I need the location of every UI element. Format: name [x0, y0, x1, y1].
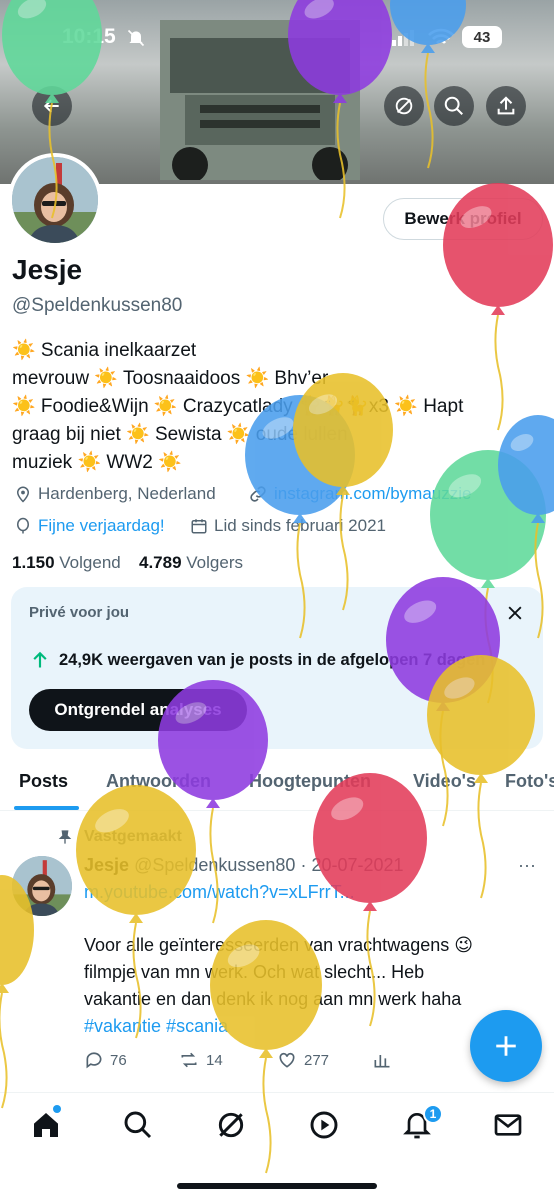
search-icon [444, 96, 463, 115]
reply-count: 76 [110, 1051, 127, 1069]
post-handle: @Speldenkussen80 [134, 855, 296, 875]
followers-label: Volgers [186, 553, 243, 572]
signal-icon [392, 30, 414, 46]
balloon-icon [17, 517, 29, 534]
video-play-icon[interactable] [308, 1109, 340, 1141]
edit-profile-button[interactable]: Bewerk profiel [383, 198, 543, 240]
tab-posts[interactable]: Posts [19, 771, 68, 792]
home-icon[interactable] [30, 1109, 62, 1141]
avatar-image [12, 157, 98, 243]
close-icon[interactable] [505, 603, 525, 623]
share-button[interactable] [486, 86, 526, 126]
like-count: 277 [304, 1051, 330, 1069]
bell-slash-icon [127, 29, 145, 47]
search-button[interactable] [434, 86, 474, 126]
tab-highlights[interactable]: Hoogtepunten [249, 771, 371, 792]
reply-icon [86, 1052, 102, 1069]
share-icon [497, 96, 515, 115]
arrow-left-icon [43, 99, 59, 113]
link-icon [250, 486, 266, 502]
bio-line: ☀️ Foodie&Wijn ☀️ Crazycatlady 🐈🐈🐈x3 ☀️ … [12, 396, 464, 417]
post-line: filmpje van mn werk. Och wat slecht... H… [84, 962, 425, 982]
truck-image [160, 20, 360, 180]
post-author[interactable]: Jesje [84, 855, 129, 875]
location-pin-icon [16, 486, 30, 503]
home-indicator [177, 1183, 377, 1189]
pinned-label: Vastgemaakt [84, 828, 182, 845]
tab-photos[interactable]: Foto's [505, 771, 554, 792]
repost-button[interactable]: 14 [178, 1050, 223, 1070]
search-icon[interactable] [122, 1109, 154, 1141]
grok-icon[interactable] [215, 1109, 247, 1141]
bio-line: ☀️ Scania inelkaarzet [12, 340, 197, 361]
views-stat: 24,9K weergaven van je posts in de afgel… [59, 651, 486, 669]
profile-bio: ☀️ Scania inelkaarzet mevrouw ☀️ Toosnaa… [12, 337, 532, 477]
profile-avatar[interactable] [8, 153, 102, 247]
post-body: Voor alle geïnteresseerden van vrachtwag… [84, 932, 544, 1040]
profile-handle: @Speldenkussen80 [12, 295, 183, 316]
post-avatar[interactable] [12, 856, 72, 916]
bio-line: muziek ☀️ WW2 ☀️ [12, 452, 182, 473]
plus-icon [496, 1036, 516, 1056]
like-button[interactable]: 277 [276, 1050, 329, 1070]
location: Hardenberg, Nederland [14, 484, 216, 504]
birthday-text[interactable]: Fijne verjaardag! [38, 516, 165, 536]
more-options-icon[interactable]: ··· [518, 855, 536, 876]
location-text: Hardenberg, Nederland [38, 484, 216, 503]
tab-replies[interactable]: Antwoorden [106, 771, 211, 792]
profile-name: Jesje [12, 254, 83, 285]
joined-text: Lid sinds februari 2021 [214, 516, 387, 535]
grok-button[interactable] [384, 86, 424, 126]
bio-line: mevrouw ☀️ Toosnaaidoos ☀️ Bhv’er [12, 368, 329, 389]
post-header: Jesje @Speldenkussen80 · 20-07-2021 [84, 855, 404, 876]
notification-badge: 1 [423, 1104, 443, 1124]
tabs-divider [0, 810, 554, 811]
following-label: Volgend [59, 553, 121, 572]
reply-button[interactable]: 76 [84, 1050, 127, 1070]
post-date: · 20-07-2021 [300, 855, 404, 875]
followers-link[interactable]: 4.789 Volgers [139, 553, 243, 573]
heart-icon [279, 1052, 295, 1068]
website[interactable]: instagram.com/bymauzzie [248, 484, 471, 504]
followers-count: 4.789 [139, 553, 182, 572]
card-title: Privé voor jou [29, 604, 130, 621]
repost-count: 14 [206, 1051, 223, 1069]
website-link[interactable]: instagram.com/bymauzzie [274, 484, 471, 504]
pin-icon [58, 830, 72, 844]
wifi-icon [428, 28, 454, 44]
tab-videos[interactable]: Video's [413, 771, 476, 792]
joined-date: Lid sinds februari 2021 [190, 516, 386, 536]
battery-indicator: 43 [462, 26, 502, 48]
back-button[interactable] [32, 86, 72, 126]
following-count: 1.150 [12, 553, 55, 572]
mail-icon[interactable] [492, 1109, 524, 1141]
views-icon[interactable] [372, 1050, 392, 1070]
bio-line: graag bij niet ☀️ Sewista ☀️ oude lullen [12, 424, 348, 445]
birthday[interactable]: Fijne verjaardag! [14, 516, 165, 536]
grok-icon [395, 97, 413, 115]
unlock-analytics-button[interactable]: Ontgrendel analyses [29, 689, 247, 731]
avatar-image [12, 856, 72, 916]
home-unread-dot [53, 1105, 61, 1113]
compose-post-button[interactable] [470, 1010, 542, 1082]
post-line: Voor alle geïnteresseerden van vrachtwag… [84, 935, 473, 955]
post-link[interactable]: m.youtube.com/watch?v=xLFrrT... [84, 882, 355, 903]
post-line: vakantie en dan denk ik nog aan mn werk … [84, 989, 462, 1009]
following-link[interactable]: 1.150 Volgend [12, 553, 121, 573]
repost-icon [181, 1052, 197, 1068]
arrow-up-icon [33, 651, 47, 668]
status-time: 10:15 [62, 25, 116, 48]
calendar-icon [191, 519, 207, 534]
